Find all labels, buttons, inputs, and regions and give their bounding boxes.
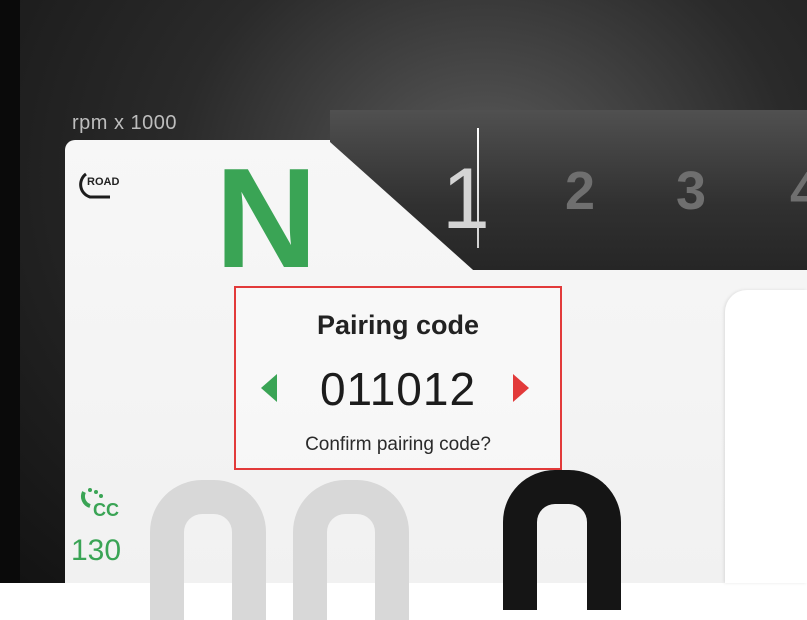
gear-indicator: N (215, 139, 318, 298)
arrow-right-icon[interactable] (513, 374, 529, 402)
tach-number-1: 1 (442, 151, 490, 247)
rpm-label: rpm x 1000 (72, 112, 178, 134)
speed-digit-hundreds (150, 480, 266, 620)
frame-edge (0, 0, 20, 583)
tach-number-4: 4 (790, 161, 807, 221)
tach-number-2: 2 (565, 161, 596, 221)
dialog-title: Pairing code (316, 310, 480, 340)
speed-digit-tens (293, 480, 409, 620)
pairing-dialog: Pairing code 011012 Confirm pairing code… (234, 286, 562, 470)
pairing-code: 011012 (319, 363, 477, 415)
confirm-prompt[interactable]: Confirm pairing code? (236, 434, 560, 456)
ride-mode-label: ROAD (87, 176, 120, 188)
cruise-control-speed: 130 (71, 534, 122, 567)
speed-digit-ones (503, 470, 621, 610)
right-info-panel (725, 290, 807, 583)
cruise-control-label: CC (93, 500, 119, 520)
tach-number-3: 3 (676, 161, 707, 221)
